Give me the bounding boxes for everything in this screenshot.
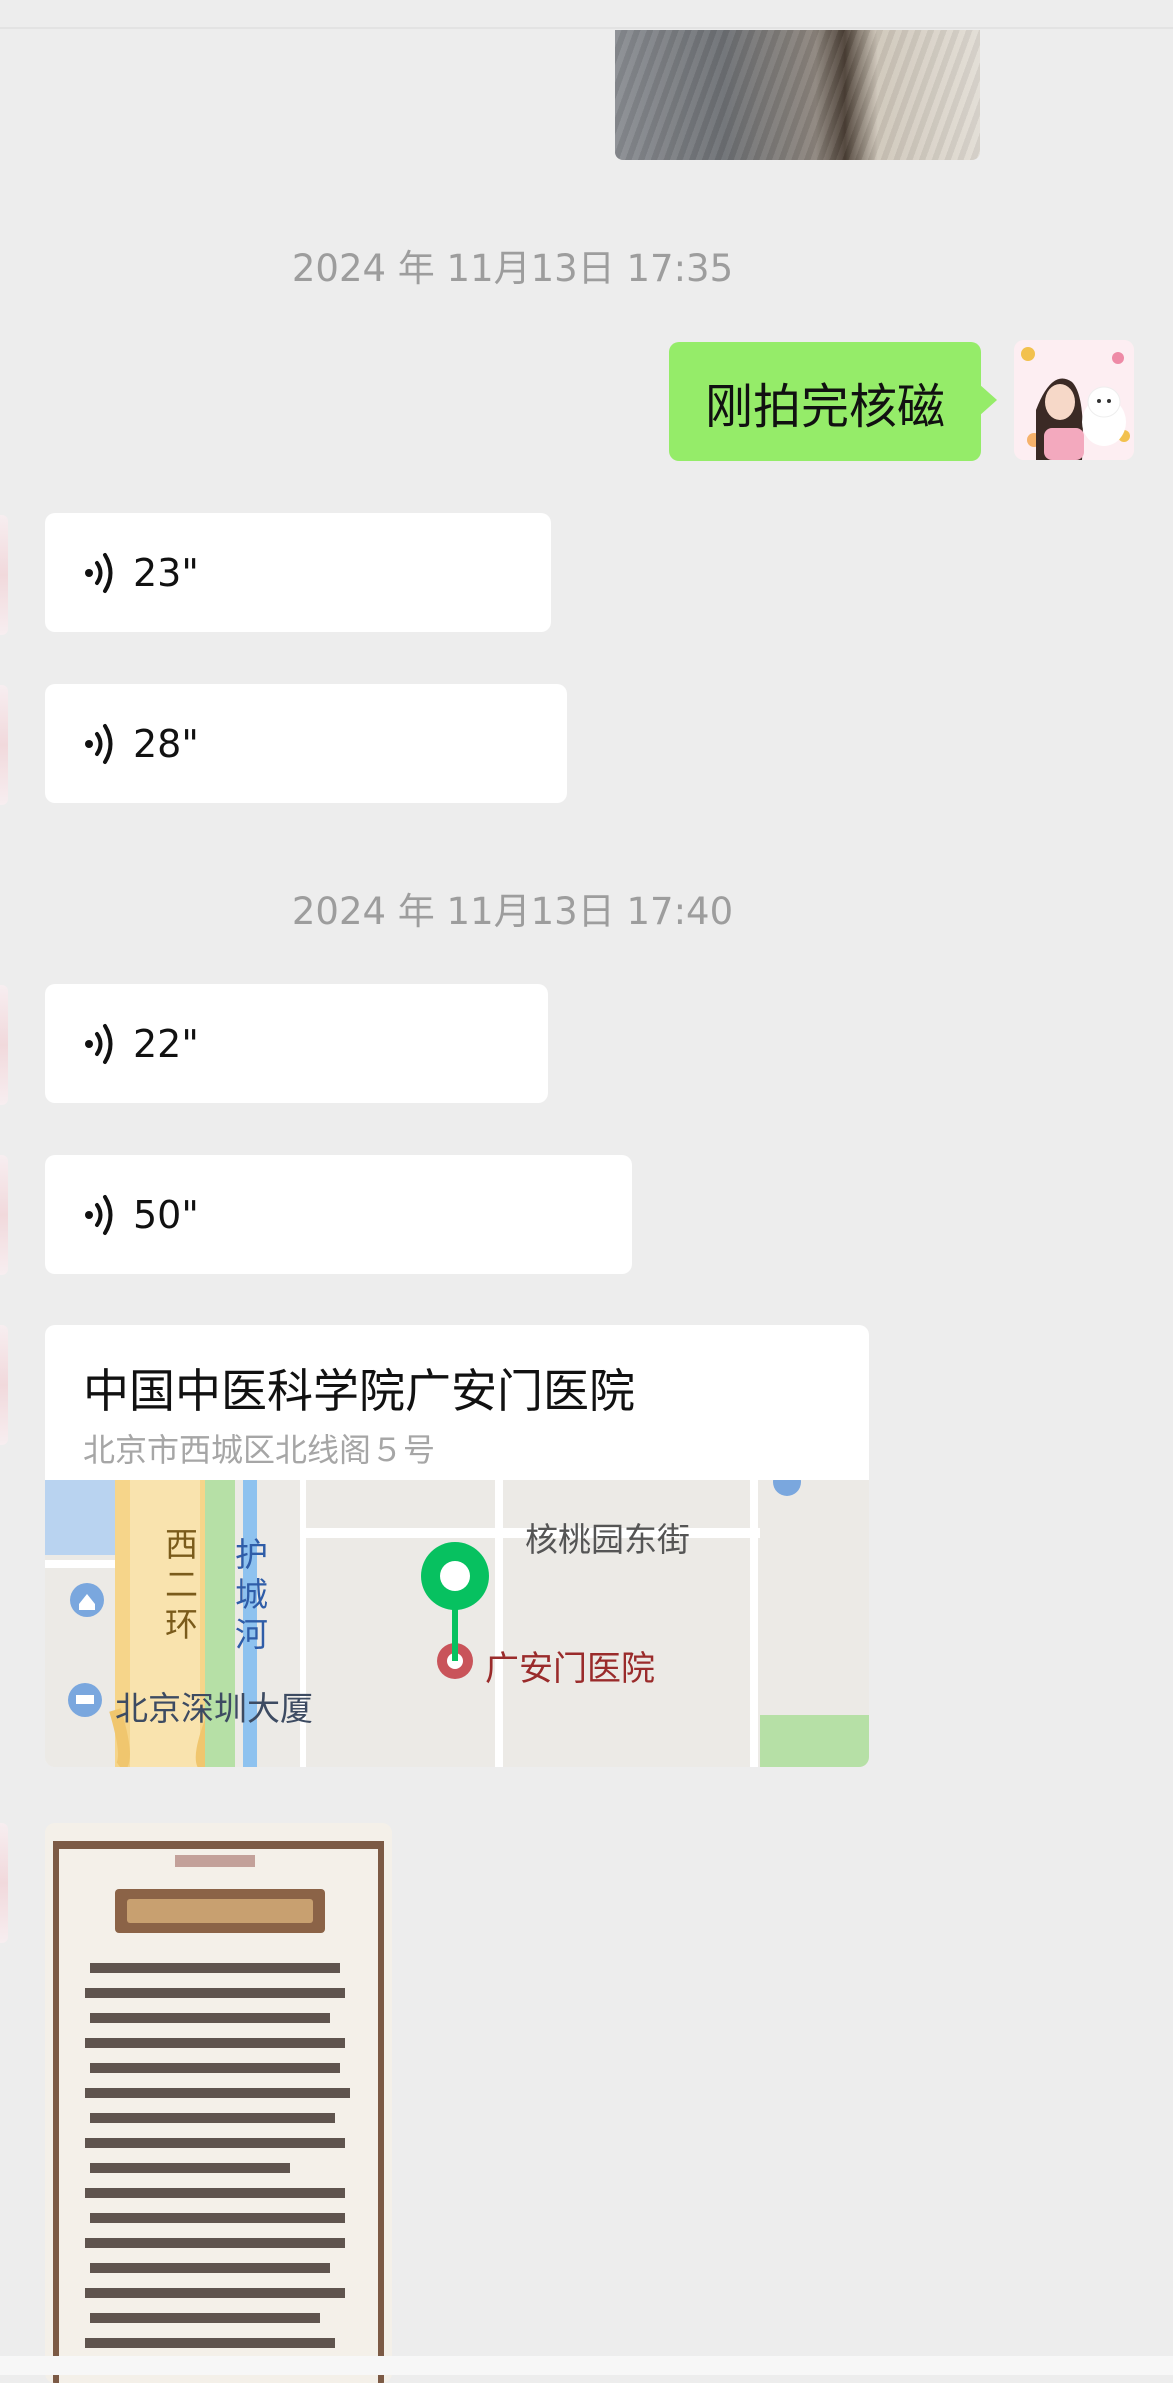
sender-avatar[interactable]: [0, 1325, 8, 1445]
map-label-building: 北京深圳大厦: [115, 1689, 313, 1728]
timestamp: 2024 年 11月13日 17:40: [291, 890, 734, 933]
voice-message[interactable]: 22": [45, 984, 548, 1103]
voice-duration: 28": [133, 721, 199, 766]
my-avatar[interactable]: [1014, 340, 1134, 460]
map-label-street: 核桃园东街: [525, 1520, 690, 1559]
voice-message[interactable]: 50": [45, 1155, 632, 1274]
timestamp: 2024 年 11月13日 17:35: [291, 247, 734, 290]
bottom-bar: [0, 2356, 1173, 2375]
map-label-hospital: 广安门医院: [485, 1649, 655, 1689]
top-divider: [0, 27, 1173, 29]
location-name: 中国中医科学院广安门医院: [83, 1364, 635, 1418]
location-card[interactable]: 中国中医科学院广安门医院 北京市西城区北线阁５号 核桃园东街 西 二 环 护 城…: [45, 1325, 869, 1767]
document-image-message[interactable]: [45, 1823, 392, 2383]
sender-avatar[interactable]: [0, 1155, 8, 1275]
sender-avatar[interactable]: [0, 985, 8, 1105]
voice-duration: 22": [133, 1021, 199, 1066]
location-address: 北京市西城区北线阁５号: [83, 1431, 436, 1469]
outgoing-text-bubble[interactable]: 刚拍完核磁: [669, 342, 981, 461]
map-label-river: 护 城 河: [235, 1535, 268, 1654]
image-message-photo[interactable]: [615, 30, 980, 160]
voice-message[interactable]: 28": [45, 684, 567, 803]
sender-avatar[interactable]: [0, 515, 8, 635]
voice-wave-icon: [85, 723, 113, 764]
voice-duration: 50": [133, 1192, 199, 1237]
sender-avatar[interactable]: [0, 685, 8, 805]
location-map[interactable]: 核桃园东街 西 二 环 护 城 河 北京深圳大厦 广安门医院: [45, 1480, 869, 1767]
sender-avatar[interactable]: [0, 1823, 8, 1943]
outgoing-bubble-tail: [979, 384, 997, 416]
voice-wave-icon: [85, 1023, 113, 1064]
voice-wave-icon: [85, 1194, 113, 1235]
voice-wave-icon: [85, 552, 113, 593]
voice-message[interactable]: 23": [45, 513, 551, 632]
voice-duration: 23": [133, 550, 199, 595]
map-label-ring-road: 西 二 环: [165, 1525, 198, 1644]
